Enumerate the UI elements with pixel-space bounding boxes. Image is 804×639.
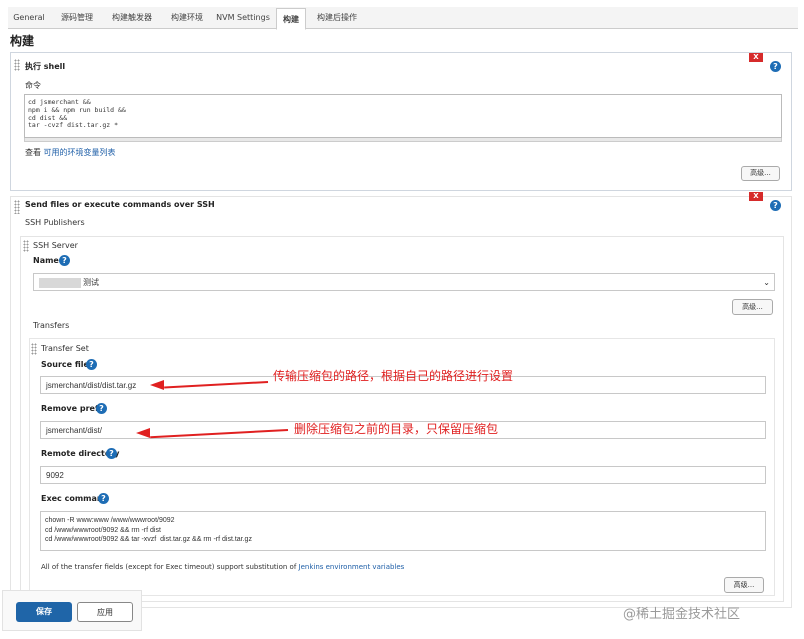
close-icon[interactable]: X: [749, 53, 763, 62]
help-icon[interactable]: ?: [106, 448, 117, 459]
command-line: npm i && npm run build &&: [28, 105, 126, 114]
drag-handle-icon[interactable]: [31, 343, 37, 355]
tab-build[interactable]: 构建: [276, 8, 306, 30]
command-line: cd dist &&: [28, 113, 68, 122]
transfer-advanced-button[interactable]: 高级...: [724, 577, 764, 593]
command-label: 命令: [25, 81, 41, 90]
annotation-remove-prefix: 删除压缩包之前的目录，只保留压缩包: [294, 422, 499, 436]
exec-line: cd /www/wwwroot/9092 && rm -rf dist: [45, 526, 161, 534]
annotation-arrowhead: [150, 380, 164, 390]
jenkins-env-vars-link[interactable]: Jenkins environment variables: [299, 563, 405, 571]
shell-command-textarea[interactable]: cd jsmerchant && npm i && npm run build &…: [24, 94, 782, 138]
substitution-note: All of the transfer fields (except for E…: [41, 563, 404, 571]
tab-post-build[interactable]: 构建后操作: [310, 7, 364, 29]
exec-line: chown -R www:www /www/wwwroot/9092: [45, 517, 175, 524]
env-vars-prefix: 查看: [25, 148, 41, 157]
substitution-note-text: All of the transfer fields (except for E…: [41, 563, 297, 571]
shell-section-title: 执行 shell: [25, 62, 66, 71]
tab-build-environment[interactable]: 构建环境: [164, 7, 210, 29]
page-title: 构建: [10, 34, 35, 48]
command-line: tar -cvzf dist.tar.gz *: [28, 121, 119, 130]
transfers-label: Transfers: [33, 321, 70, 330]
close-icon[interactable]: X: [749, 192, 763, 201]
help-icon[interactable]: ?: [96, 403, 107, 414]
shell-advanced-button[interactable]: 高级...: [741, 166, 780, 181]
save-button[interactable]: 保存: [16, 602, 72, 622]
server-name-select[interactable]: 测试 ⌄: [33, 273, 775, 291]
drag-handle-icon[interactable]: [23, 240, 29, 252]
annotation-arrowhead: [136, 428, 150, 438]
server-name-value: 测试: [83, 278, 99, 287]
tab-nvm-settings[interactable]: NVM Settings: [214, 7, 272, 29]
env-vars-link[interactable]: 可用的环境变量列表: [44, 148, 116, 157]
tab-general[interactable]: General: [8, 7, 50, 29]
tab-build-triggers[interactable]: 构建触发器: [104, 7, 160, 29]
help-icon[interactable]: ?: [98, 493, 109, 504]
textarea-resize-bar[interactable]: [24, 138, 782, 142]
remote-directory-input[interactable]: 9092: [40, 466, 766, 484]
ssh-publishers-label: SSH Publishers: [25, 218, 85, 227]
annotation-source-files: 传输压缩包的路径，根据自己的路径进行设置: [273, 369, 514, 383]
ssh-server-label: SSH Server: [33, 241, 78, 250]
ssh-section-title: Send files or execute commands over SSH: [25, 200, 215, 209]
command-line: cd jsmerchant &&: [28, 98, 91, 106]
transfer-set-label: Transfer Set: [41, 344, 89, 353]
server-advanced-button[interactable]: 高级...: [732, 299, 773, 315]
chevron-down-icon: ⌄: [763, 278, 770, 287]
env-vars-note: 查看 可用的环境变量列表: [25, 147, 116, 158]
apply-button[interactable]: 应用: [77, 602, 133, 622]
help-icon[interactable]: ?: [770, 61, 781, 72]
exec-line: cd /www/wwwroot/9092 && tar -xvzf dist.t…: [45, 536, 252, 543]
drag-handle-icon[interactable]: [14, 200, 20, 214]
name-label: Name: [33, 256, 59, 265]
drag-handle-icon[interactable]: [14, 59, 20, 71]
config-tabs: General 源码管理 构建触发器 构建环境 NVM Settings 构建 …: [8, 7, 798, 30]
exec-command-textarea[interactable]: chown -R www:www /www/wwwroot/9092 cd /ww…: [40, 511, 766, 551]
help-icon[interactable]: ?: [59, 255, 70, 266]
help-icon[interactable]: ?: [770, 200, 781, 211]
redacted-block: [39, 277, 81, 288]
watermark: @稀土掘金技术社区: [623, 607, 741, 622]
tab-source-management[interactable]: 源码管理: [54, 7, 100, 29]
help-icon[interactable]: ?: [86, 359, 97, 370]
